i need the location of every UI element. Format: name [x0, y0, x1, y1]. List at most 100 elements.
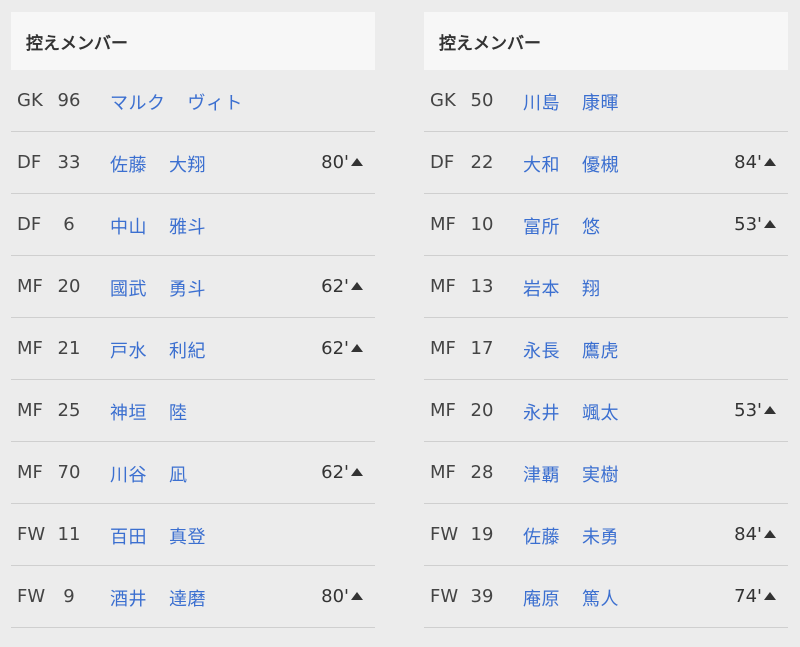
- triangle-up-icon: [764, 158, 776, 166]
- triangle-up-icon: [351, 158, 363, 166]
- given-name: 悠: [582, 217, 601, 238]
- player-row: DF 6 中山 雅斗: [11, 194, 375, 256]
- player-name-link[interactable]: 大和 優槻: [523, 151, 619, 177]
- given-name: 達磨: [169, 589, 206, 610]
- given-name: 篤人: [582, 589, 619, 610]
- player-row: MF 21 戸水 利紀 62': [11, 318, 375, 380]
- player-name-link[interactable]: 戸水 利紀: [110, 337, 206, 363]
- player-row: MF 13 岩本 翔: [424, 256, 788, 318]
- player-row: MF 70 川谷 凪 62': [11, 442, 375, 504]
- family-name: 酒井: [110, 589, 147, 610]
- shirt-number: 28: [470, 462, 494, 483]
- panel-title: 控えメンバー: [424, 12, 788, 70]
- family-name: 大和: [523, 155, 560, 176]
- player-name-link[interactable]: マルク ヴィト: [110, 89, 243, 115]
- triangle-up-icon: [351, 344, 363, 352]
- player-name-link[interactable]: 川島 康暉: [523, 89, 619, 115]
- sub-minute: 53': [734, 400, 762, 421]
- shirt-number: 20: [470, 400, 494, 421]
- player-name-link[interactable]: 川谷 凪: [110, 461, 188, 487]
- player-row: FW 19 佐藤 未勇 84': [424, 504, 788, 566]
- family-name: 岩本: [523, 279, 560, 300]
- given-name: 凪: [169, 465, 188, 486]
- position: FW: [17, 524, 46, 545]
- player-name-link[interactable]: 國武 勇斗: [110, 275, 206, 301]
- player-name-link[interactable]: 岩本 翔: [523, 275, 601, 301]
- position: MF: [17, 276, 43, 297]
- given-name: 利紀: [169, 341, 206, 362]
- shirt-number: 20: [57, 276, 81, 297]
- position: MF: [430, 338, 456, 359]
- player-row: DF 22 大和 優槻 84': [424, 132, 788, 194]
- position: MF: [17, 338, 43, 359]
- player-row: MF 25 神垣 陸: [11, 380, 375, 442]
- family-name: 川島: [523, 93, 560, 114]
- given-name: 実樹: [582, 465, 619, 486]
- player-name-link[interactable]: 佐藤 大翔: [110, 151, 206, 177]
- shirt-number: 25: [57, 400, 81, 421]
- player-row: GK 96 マルク ヴィト: [11, 70, 375, 132]
- triangle-up-icon: [764, 406, 776, 414]
- player-name-link[interactable]: 百田 真登: [110, 523, 206, 549]
- player-name-link[interactable]: 酒井 達磨: [110, 585, 206, 611]
- player-row: FW 11 百田 真登: [11, 504, 375, 566]
- home-substitutes-panel: 控えメンバー GK 96 マルク ヴィト DF 33 佐藤 大翔 80' DF 6 …: [11, 12, 375, 628]
- substitution-time: 62': [321, 276, 363, 297]
- player-name-link[interactable]: 神垣 陸: [110, 399, 188, 425]
- player-row: MF 20 永井 颯太 53': [424, 380, 788, 442]
- player-row: FW 9 酒井 達磨 80': [11, 566, 375, 628]
- player-row: MF 28 津覇 実樹: [424, 442, 788, 504]
- given-name: 颯太: [582, 403, 619, 424]
- player-name-link[interactable]: 富所 悠: [523, 213, 601, 239]
- family-name: 戸水: [110, 341, 147, 362]
- player-name-link[interactable]: 佐藤 未勇: [523, 523, 619, 549]
- family-name: 佐藤: [110, 155, 147, 176]
- substitution-time: 84': [734, 524, 776, 545]
- substitution-time: 74': [734, 586, 776, 607]
- sub-minute: 80': [321, 586, 349, 607]
- given-name: 翔: [582, 279, 601, 300]
- shirt-number: 33: [57, 152, 81, 173]
- family-name: 百田: [110, 527, 147, 548]
- player-name-link[interactable]: 永井 颯太: [523, 399, 619, 425]
- shirt-number: 10: [470, 214, 494, 235]
- player-row: MF 17 永長 鷹虎: [424, 318, 788, 380]
- family-name: 佐藤: [523, 527, 560, 548]
- substitution-time: 53': [734, 214, 776, 235]
- substitution-time: 53': [734, 400, 776, 421]
- substitution-time: 80': [321, 152, 363, 173]
- position: DF: [430, 152, 455, 173]
- family-name: 國武: [110, 279, 147, 300]
- position: FW: [17, 586, 46, 607]
- position: MF: [17, 462, 43, 483]
- triangle-up-icon: [764, 530, 776, 538]
- shirt-number: 11: [57, 524, 81, 545]
- given-name: 大翔: [169, 155, 206, 176]
- shirt-number: 9: [63, 586, 75, 607]
- player-name-link[interactable]: 永長 鷹虎: [523, 337, 619, 363]
- family-name: 永井: [523, 403, 560, 424]
- given-name: 康暉: [582, 93, 619, 114]
- sub-minute: 62': [321, 462, 349, 483]
- family-name: 庵原: [523, 589, 560, 610]
- position: DF: [17, 214, 42, 235]
- position: MF: [430, 214, 456, 235]
- family-name: 津覇: [523, 465, 560, 486]
- player-name-link[interactable]: 中山 雅斗: [110, 213, 206, 239]
- position: FW: [430, 586, 459, 607]
- position: MF: [430, 462, 456, 483]
- player-row: GK 50 川島 康暉: [424, 70, 788, 132]
- sub-minute: 84': [734, 524, 762, 545]
- shirt-number: 70: [57, 462, 81, 483]
- sub-minute: 74': [734, 586, 762, 607]
- player-name-link[interactable]: 庵原 篤人: [523, 585, 619, 611]
- triangle-up-icon: [351, 592, 363, 600]
- shirt-number: 6: [63, 214, 75, 235]
- substitution-time: 62': [321, 462, 363, 483]
- shirt-number: 39: [470, 586, 494, 607]
- triangle-up-icon: [764, 220, 776, 228]
- substitution-time: 80': [321, 586, 363, 607]
- home-substitutes-list: GK 96 マルク ヴィト DF 33 佐藤 大翔 80' DF 6 中山 雅斗 MF…: [11, 70, 375, 628]
- sub-minute: 53': [734, 214, 762, 235]
- player-name-link[interactable]: 津覇 実樹: [523, 461, 619, 487]
